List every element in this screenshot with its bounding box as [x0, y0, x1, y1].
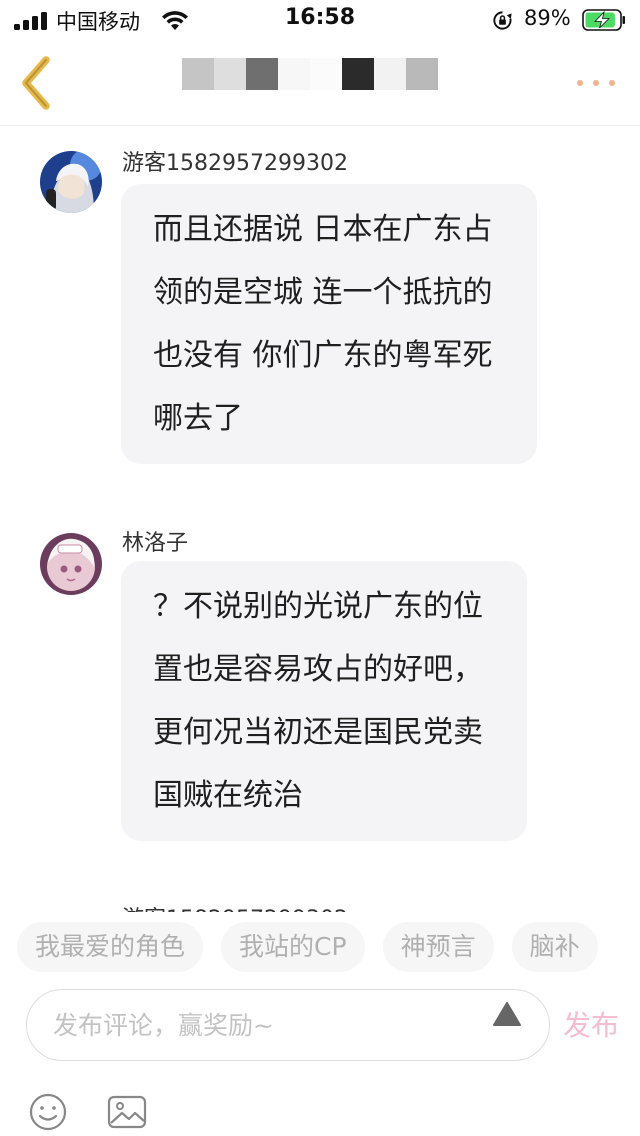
emoji-icon[interactable]	[28, 1092, 68, 1132]
topic-chip-row: 我最爱的角色 我站的CP 神预言 脑补	[17, 922, 640, 972]
avatar[interactable]	[40, 151, 102, 213]
topic-chip[interactable]: 我最爱的角色	[17, 922, 204, 972]
battery-charging-icon	[582, 9, 625, 31]
comment-username[interactable]: 游客1582957299302	[122, 901, 348, 912]
topic-chip[interactable]: 神预言	[382, 922, 494, 972]
comment-bubble[interactable]: 而且还据说 日本在广东占领的是空城 连一个抵抗的也没有 你们广东的粤军死哪去了	[121, 184, 537, 464]
comment-composer: 我最爱的角色 我站的CP 神预言 脑补 发布	[0, 912, 640, 1136]
topic-chip[interactable]: 我站的CP	[221, 922, 365, 972]
avatar-icon	[40, 151, 102, 213]
more-dots-icon	[577, 80, 615, 86]
comment-input[interactable]	[26, 989, 550, 1061]
avatar-icon	[40, 533, 102, 595]
battery-percent: 89%	[524, 6, 571, 30]
back-button[interactable]	[14, 54, 62, 112]
image-icon[interactable]	[107, 1095, 147, 1129]
comment-bubble[interactable]: ？不说别的光说广东的位置也是容易攻占的好吧，更何况当初还是国民党卖国贼在统治	[121, 561, 527, 841]
comment-username[interactable]: 游客1582957299302	[122, 145, 348, 177]
comment-username[interactable]: 林洛子	[122, 525, 188, 557]
avatar[interactable]	[40, 533, 102, 595]
comment-list[interactable]: 游客1582957299302 而且还据说 日本在广东占领的是空城 连一个抵抗的…	[0, 127, 640, 912]
more-button[interactable]	[568, 64, 628, 104]
chevron-left-icon	[22, 56, 50, 110]
rotation-lock-icon	[493, 11, 512, 30]
nav-bar	[0, 40, 640, 126]
publish-button[interactable]: 发布	[563, 1004, 619, 1044]
page-title-redacted	[182, 58, 438, 90]
status-bar: 中国移动 16:58 89%	[0, 0, 640, 40]
topic-chip[interactable]: 脑补	[511, 922, 598, 972]
triangle-up-icon[interactable]	[492, 1001, 522, 1027]
